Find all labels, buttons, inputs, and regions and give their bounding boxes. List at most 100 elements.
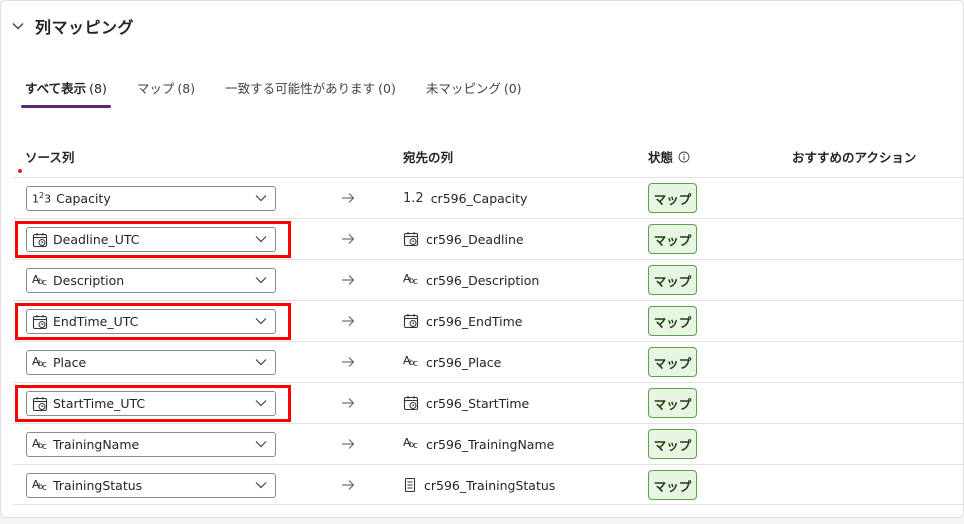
arrow-right-icon: [342, 480, 355, 490]
chevron-down-icon[interactable]: [255, 194, 267, 202]
table-row: EndTime_UTC cr596_EndTime マップ: [13, 300, 964, 341]
chevron-down-icon[interactable]: [255, 235, 267, 243]
source-column-dropdown[interactable]: Ab c TrainingName: [26, 432, 276, 457]
datetime-icon: [32, 232, 48, 247]
source-column-label: TrainingName: [53, 437, 140, 452]
section-header[interactable]: 列マッピング: [11, 15, 134, 37]
chevron-down-icon[interactable]: [255, 317, 267, 325]
tab-unmapped[interactable]: 未マッピング (0): [426, 73, 522, 105]
datetime-icon: [32, 396, 48, 411]
destination-column-label: cr596_Description: [426, 272, 540, 288]
text-icon: Abc: [32, 354, 47, 370]
destination-column-label: cr596_StartTime: [426, 395, 530, 411]
status-badge: マップ: [648, 306, 697, 336]
source-column-label: Place: [53, 355, 87, 370]
chevron-down-icon[interactable]: [255, 399, 267, 407]
source-column-label: Capacity: [56, 191, 111, 206]
tab-count: (8): [177, 81, 196, 96]
text-icon: Abc: [403, 354, 418, 369]
chevron-down-icon[interactable]: [255, 276, 267, 284]
source-column-dropdown[interactable]: 123 Capacity: [26, 186, 276, 211]
arrow-right-icon: [342, 439, 355, 449]
source-column-dropdown[interactable]: Ab c Place: [26, 350, 276, 375]
status-badge: マップ: [648, 183, 697, 213]
destination-column: Ab c cr596_TrainingName: [403, 434, 554, 454]
tab-label: 一致する可能性があります: [225, 81, 376, 96]
source-column-dropdown[interactable]: Deadline_UTC: [26, 227, 276, 252]
destination-column-label: cr596_TrainingStatus: [424, 477, 556, 493]
datetime-icon: [403, 314, 419, 329]
arrow-right-icon: [342, 275, 355, 285]
table-row: Ab c TrainingStatus cr596_TrainingStatus マップ: [13, 464, 964, 505]
required-indicator: [18, 169, 22, 173]
arrow-right-icon: [342, 398, 355, 408]
decimal-icon: 1.2: [403, 190, 424, 206]
destination-column: cr596_Deadline: [403, 229, 524, 249]
destination-column-label: cr596_EndTime: [426, 313, 523, 329]
table-row: 123 Capacity 1.2 cr596_Capacity マップ: [13, 177, 964, 218]
source-column-dropdown[interactable]: Ab c TrainingStatus: [26, 473, 276, 498]
arrow-right-icon: [342, 193, 355, 203]
tab-count: (0): [378, 81, 396, 96]
source-column-label: Deadline_UTC: [53, 232, 140, 247]
section-title: 列マッピング: [35, 18, 135, 37]
table-row: Ab c TrainingName Ab c cr596_TrainingName マップ: [13, 423, 964, 464]
destination-column: cr596_TrainingStatus: [403, 475, 555, 495]
destination-column-label: cr596_TrainingName: [426, 436, 555, 452]
status-badge: マップ: [648, 429, 697, 459]
tab-count: (0): [503, 81, 522, 96]
text-icon: Abc: [32, 477, 47, 493]
chevron-down-icon[interactable]: [11, 19, 25, 33]
arrow-right-icon: [342, 316, 355, 326]
status-badge: マップ: [648, 265, 697, 295]
tab-mapped[interactable]: マップ (8): [137, 73, 195, 105]
chevron-down-icon[interactable]: [255, 358, 267, 366]
chevron-down-icon[interactable]: [255, 481, 267, 489]
datetime-icon: [403, 396, 419, 411]
datetime-icon: [403, 232, 419, 247]
source-column-label: TrainingStatus: [53, 478, 143, 493]
destination-column-label: cr596_Capacity: [430, 190, 528, 206]
arrow-right-icon: [342, 234, 355, 244]
destination-column: Ab c cr596_Place: [403, 352, 501, 372]
status-badge: マップ: [648, 347, 697, 377]
choice-icon: [404, 477, 416, 493]
destination-column-label: cr596_Place: [426, 354, 502, 370]
status-badge: マップ: [648, 388, 697, 418]
column-header-destination: 宛先の列: [403, 150, 454, 165]
chevron-down-icon[interactable]: [255, 440, 267, 448]
status-badge: マップ: [648, 470, 697, 500]
column-mapping-panel: 列マッピング すべて表示 (8) マップ (8) 一致する可能性があります (0) 未…: [0, 0, 964, 518]
source-column-label: Description: [53, 273, 125, 288]
source-column-dropdown[interactable]: EndTime_UTC: [26, 309, 276, 334]
tab-label: 未マッピング: [425, 81, 501, 96]
text-icon: Abc: [403, 436, 418, 451]
tab-all[interactable]: すべて表示 (8): [21, 73, 111, 108]
table-row: Deadline_UTC cr596_Deadline マップ: [13, 218, 964, 259]
column-header-status: 状態: [648, 147, 690, 166]
destination-column: cr596_EndTime: [403, 311, 522, 331]
tab-label: すべて表示: [25, 81, 87, 96]
tab-count: (8): [89, 81, 107, 96]
column-header-source: ソース列: [25, 150, 75, 165]
destination-column: Ab c cr596_Description: [403, 270, 539, 290]
source-column-label: EndTime_UTC: [53, 314, 139, 329]
source-column-dropdown[interactable]: Ab c Description: [26, 268, 276, 293]
table-row: StartTime_UTC cr596_StartTime マップ: [13, 382, 964, 423]
text-icon: Abc: [32, 436, 47, 452]
datetime-icon: [32, 314, 48, 329]
text-icon: Abc: [403, 272, 418, 287]
column-header-action: おすすめのアクション: [792, 150, 917, 165]
table-row: Ab c Description Ab c cr596_Description マップ: [13, 259, 964, 300]
tab-possible-match[interactable]: 一致する可能性があります (0): [225, 73, 396, 105]
arrow-right-icon: [342, 357, 355, 367]
info-icon[interactable]: [678, 151, 690, 163]
filter-tabs: すべて表示 (8) マップ (8) 一致する可能性があります (0) 未マッピング (0…: [21, 73, 552, 108]
destination-column: cr596_StartTime: [403, 393, 529, 413]
destination-column-label: cr596_Deadline: [426, 231, 524, 247]
status-badge: マップ: [648, 224, 697, 254]
status-header-label: 状態: [648, 150, 674, 165]
source-column-dropdown[interactable]: StartTime_UTC: [26, 391, 276, 416]
number-icon: 123: [32, 191, 52, 206]
destination-column: 1.2 cr596_Capacity: [403, 188, 527, 208]
